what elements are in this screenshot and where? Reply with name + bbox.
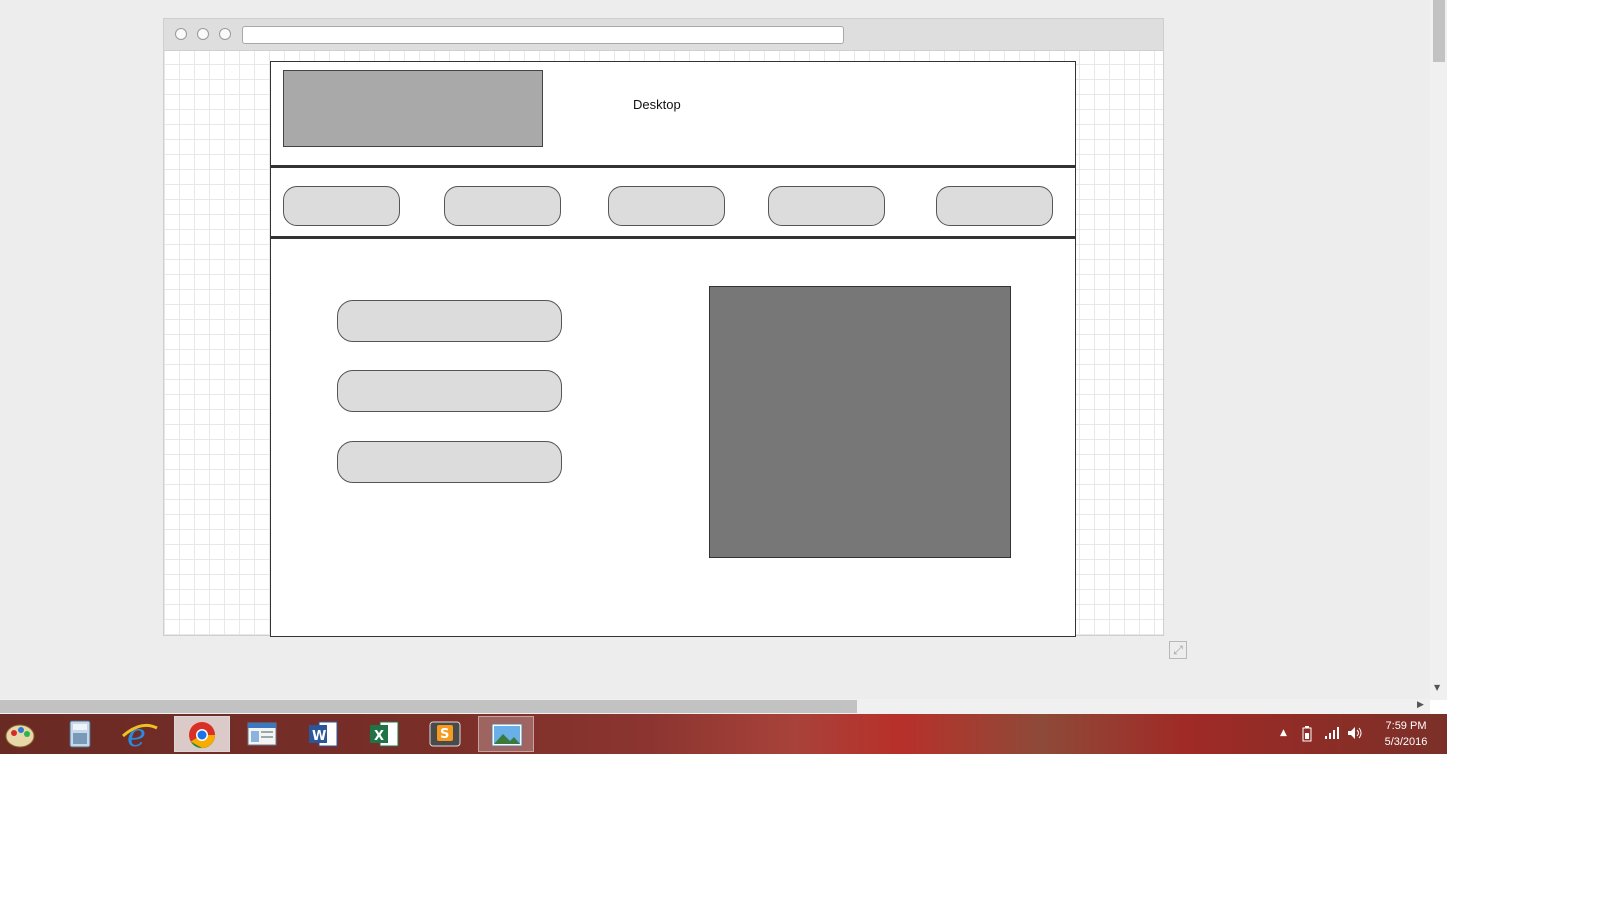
content-button-2[interactable] [337,370,562,412]
horizontal-scrollbar[interactable]: ▶ [0,699,1430,714]
logo-placeholder[interactable] [283,70,543,147]
show-hidden-icons-icon[interactable]: ▲ [1280,728,1287,738]
vertical-scroll-thumb[interactable] [1433,0,1445,62]
nav-button-2[interactable] [444,186,561,226]
vertical-scrollbar[interactable]: ▼ [1430,0,1447,700]
svg-text:e: e [127,716,146,752]
scroll-right-arrow-icon[interactable]: ▶ [1417,700,1424,710]
browser-toolbar [164,19,1163,51]
windows-taskbar: e W X S ▲ 7:59 PM 5/3/2016 [0,714,1447,754]
horizontal-scroll-thumb[interactable] [0,700,857,713]
clock-date[interactable]: 5/3/2016 [1376,736,1436,748]
network-signal-icon[interactable] [1324,726,1340,743]
scroll-down-arrow-icon[interactable]: ▼ [1434,683,1440,692]
svg-text:X: X [374,729,384,744]
calculator-icon[interactable] [52,716,108,752]
internet-explorer-icon[interactable]: e [113,716,169,754]
content-button-3[interactable] [337,441,562,483]
header-divider [271,165,1075,168]
wireframe-page: Desktop [270,61,1076,637]
page-title[interactable]: Desktop [633,97,681,112]
nav-divider [271,236,1075,239]
svg-text:W: W [312,729,326,744]
file-explorer-icon[interactable] [234,716,290,752]
clock-time[interactable]: 7:59 PM [1376,720,1436,732]
photo-viewer-icon[interactable] [478,716,534,752]
nav-button-5[interactable] [936,186,1053,226]
svg-text:S: S [440,727,449,742]
chrome-icon[interactable] [174,716,230,752]
nav-button-1[interactable] [283,186,400,226]
mockup-canvas: Desktop ⤢ [0,0,1447,700]
window-close-dot[interactable] [175,28,187,40]
expand-icon[interactable]: ⤢ [1169,641,1187,659]
window-maximize-dot[interactable] [219,28,231,40]
nav-button-4[interactable] [768,186,885,226]
screen: Desktop ⤢ ▼ ▶ e W X S ▲ 7:59 PM 5/3/2016 [0,0,1600,900]
sublime-text-icon[interactable]: S [417,716,473,752]
excel-icon[interactable]: X [356,716,412,752]
content-button-1[interactable] [337,300,562,342]
nav-button-3[interactable] [608,186,725,226]
volume-icon[interactable] [1347,726,1363,743]
word-icon[interactable]: W [295,716,351,752]
window-minimize-dot[interactable] [197,28,209,40]
battery-icon[interactable] [1300,726,1314,745]
paint-icon[interactable] [0,716,56,752]
image-placeholder[interactable] [709,286,1011,558]
address-bar[interactable] [242,26,844,44]
